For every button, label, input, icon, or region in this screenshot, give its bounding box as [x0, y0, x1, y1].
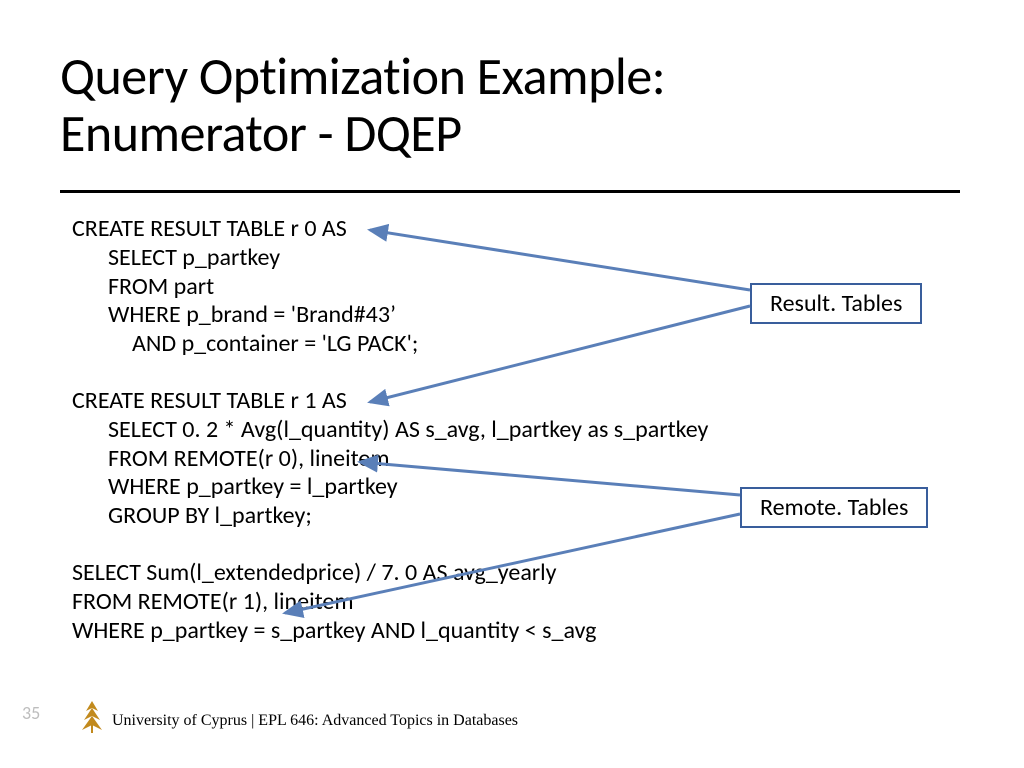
- university-logo-icon: [78, 700, 106, 734]
- code-line: SELECT p_partkey: [72, 244, 972, 273]
- footer-text: University of Cyprus | EPL 646: Advanced…: [112, 712, 518, 730]
- code-line: FROM REMOTE(r 1), lineitem: [72, 588, 972, 617]
- code-line: FROM REMOTE(r 0), lineitem: [72, 445, 972, 474]
- code-line: SELECT Sum(l_extendedprice) / 7. 0 AS av…: [72, 559, 972, 588]
- slide-title: Query Optimization Example: Enumerator -…: [60, 48, 665, 162]
- code-line: CREATE RESULT TABLE r 1 AS: [72, 387, 972, 416]
- sql-block-3: SELECT Sum(l_extendedprice) / 7. 0 AS av…: [72, 559, 972, 645]
- callout-result-tables: Result. Tables: [750, 283, 922, 324]
- code-line: WHERE p_partkey = s_partkey AND l_quanti…: [72, 617, 972, 646]
- page-number: 35: [22, 702, 40, 724]
- code-line: SELECT 0. 2 * Avg(l_quantity) AS s_avg, …: [72, 416, 972, 445]
- callout-label: Result. Tables: [770, 289, 902, 318]
- title-underline: [60, 190, 960, 193]
- callout-remote-tables: Remote. Tables: [740, 487, 928, 528]
- code-line: AND p_container = 'LG PACK';: [72, 330, 972, 359]
- callout-label: Remote. Tables: [760, 493, 908, 522]
- code-line: CREATE RESULT TABLE r 0 AS: [72, 215, 972, 244]
- title-line-1: Query Optimization Example:: [60, 44, 665, 108]
- title-line-2: Enumerator - DQEP: [60, 101, 462, 165]
